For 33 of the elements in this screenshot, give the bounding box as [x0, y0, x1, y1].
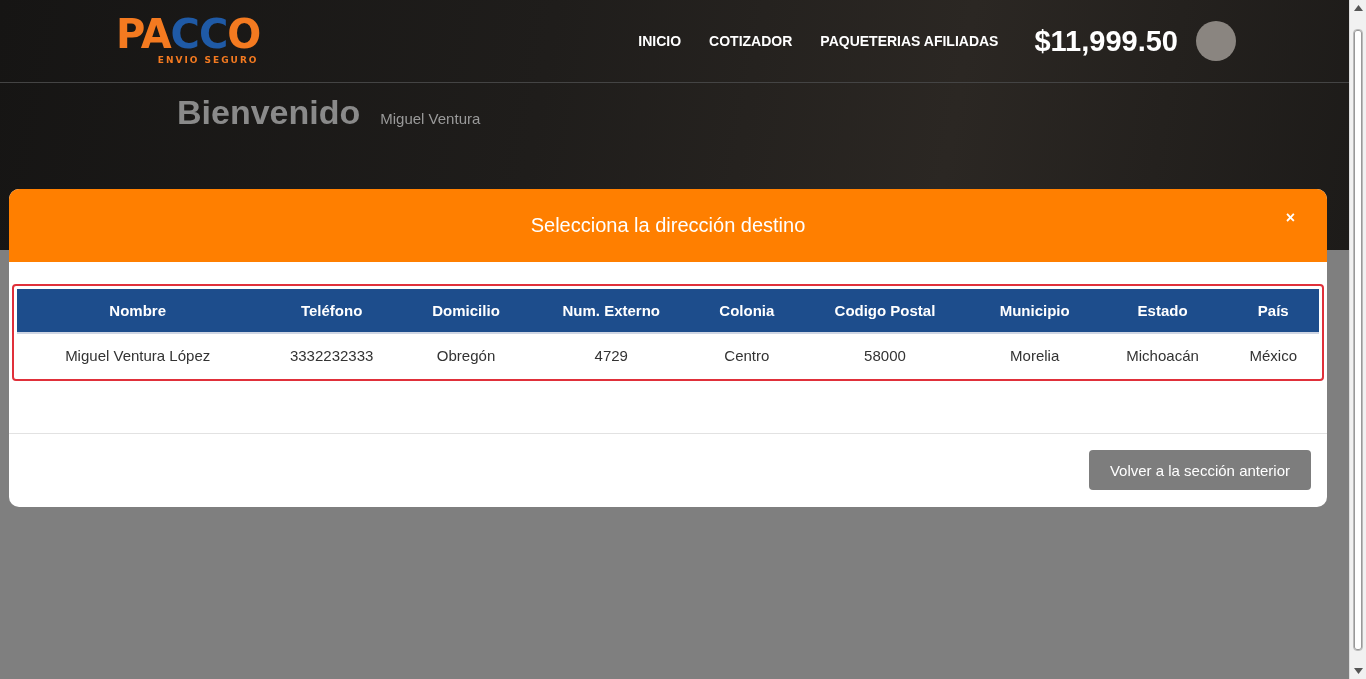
account-balance: $11,999.50	[1034, 24, 1178, 58]
column-header: País	[1227, 289, 1319, 333]
dialog-title: Selecciona la dirección destino	[530, 214, 806, 237]
table-cell[interactable]: Centro	[695, 333, 799, 376]
nav-link[interactable]: INICIO	[638, 33, 682, 49]
logo-wordmark[interactable]: PACCO	[116, 13, 261, 54]
table-cell[interactable]: 58000	[798, 333, 972, 376]
column-header: Domicilio	[404, 289, 528, 333]
column-header: Estado	[1097, 289, 1228, 333]
nav-link[interactable]: COTIZADOR	[709, 33, 793, 49]
scroll-up-icon[interactable]	[1353, 5, 1363, 11]
column-header: Colonia	[695, 289, 799, 333]
avatar[interactable]	[1196, 21, 1236, 61]
table-cell[interactable]: Miguel Ventura López	[17, 333, 259, 376]
table-cell[interactable]: Morelia	[971, 333, 1098, 376]
nav-link[interactable]: PAQUETERIAS AFILIADAS	[820, 33, 999, 49]
column-header: Municipio	[971, 289, 1098, 333]
table-cell[interactable]: Michoacán	[1097, 333, 1228, 376]
table-cell[interactable]: 4729	[527, 333, 696, 376]
column-header: Teléfono	[258, 289, 405, 333]
logo-tagline: ENVIO SEGURO	[156, 55, 259, 65]
table-cell[interactable]: 3332232333	[258, 333, 405, 376]
table-cell[interactable]: México	[1227, 333, 1319, 376]
scroll-down-icon[interactable]	[1353, 668, 1363, 674]
back-button[interactable]: Volver a la sección anterior	[1088, 450, 1311, 490]
welcome-title: Bienvenido	[177, 93, 361, 132]
user-name: Miguel Ventura	[380, 110, 481, 127]
scrollbar[interactable]	[1349, 0, 1366, 679]
column-header: Nombre	[17, 289, 259, 333]
column-header: Num. Externo	[527, 289, 696, 333]
column-header: Codigo Postal	[798, 289, 972, 333]
table-cell[interactable]: Obregón	[404, 333, 528, 376]
scrollbar-thumb[interactable]	[1353, 28, 1363, 651]
